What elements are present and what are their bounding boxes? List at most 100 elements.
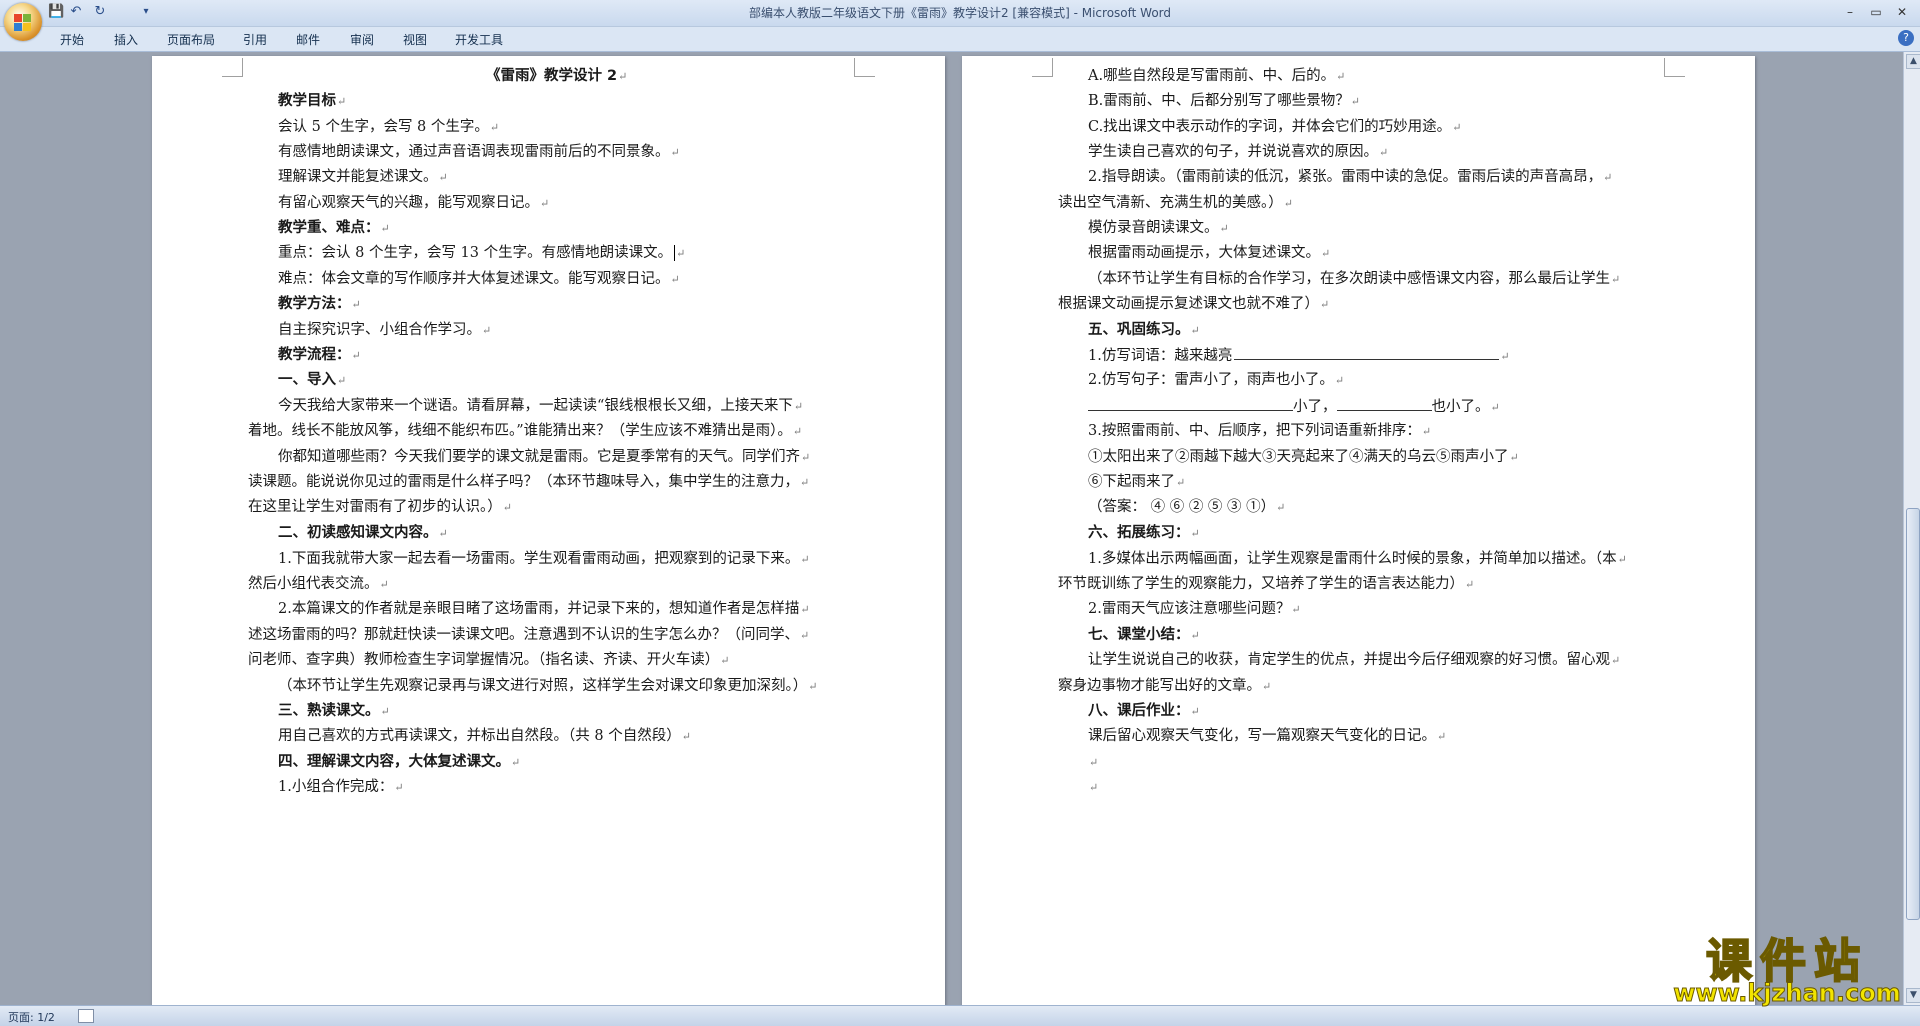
- paragraph-mark: ↵: [720, 654, 730, 667]
- office-button[interactable]: [4, 3, 42, 41]
- empty-paragraph: ↵: [1088, 752, 1098, 773]
- line-text: 1.小组合作完成：: [278, 779, 394, 795]
- paragraph-mark: ↵: [1334, 374, 1345, 387]
- paragraph-mark: ↵: [1379, 146, 1389, 159]
- document-line: 问老师、查字典）教师检查生字词掌握情况。（指名读、齐读、开火车读）↵: [248, 650, 729, 671]
- document-line: 根据课文动画提示复述课文也就不难了）↵: [1058, 294, 1329, 315]
- scroll-up-icon[interactable]: ▲: [1906, 54, 1920, 69]
- paragraph-mark: ↵: [1611, 273, 1621, 286]
- paragraph-mark: ↵: [1321, 247, 1331, 260]
- paragraph-mark: ↵: [502, 501, 512, 514]
- empty-paragraph: ↵: [1088, 777, 1098, 798]
- document-page-1[interactable]: 《雷雨》教学设计 2↵ 教学目标↵ 会认 5 个生字，会写 8 个生字。↵ 有感情地朗…: [152, 56, 945, 1005]
- paragraph-mark: ↵: [438, 171, 448, 184]
- line-text: 学生读自己喜欢的句子，并说说喜欢的原因。: [1088, 144, 1378, 160]
- line-text: 用自己喜欢的方式再读课文，并标出自然段。（共 8 个自然段）: [278, 728, 681, 744]
- line-text: 课后留心观察天气变化，写一篇观察天气变化的日记。: [1088, 728, 1436, 744]
- line-text: 察身边事物才能写出好的文章。: [1058, 678, 1261, 694]
- vertical-scrollbar[interactable]: ▲ ▼: [1903, 52, 1920, 1005]
- line-text: 四、理解课文内容，大体复述课文。: [278, 754, 510, 770]
- line-text: 也小了。: [1431, 399, 1490, 415]
- line-text: 根据课文动画提示复述课文也就不难了）: [1058, 296, 1319, 312]
- document-line: 会认 5 个生字，会写 8 个生字。↵: [278, 117, 499, 138]
- paragraph-mark: ↵: [1089, 781, 1099, 794]
- fill-in-line: 小了， 也小了。↵: [1088, 396, 1500, 418]
- document-line: （本环节让学生有目标的合作学习，在多次朗读中感悟课文内容，那么最后让学生↵: [1088, 269, 1620, 290]
- paragraph-mark: ↵: [1176, 476, 1186, 489]
- site-watermark: 课件站 www.kjzhan.com: [1672, 925, 1902, 1008]
- document-line: 模仿录音朗读课文。↵: [1088, 218, 1229, 239]
- paragraph-mark: ↵: [1490, 401, 1500, 414]
- document-line: （本环节让学生先观察记录再与课文进行对照，这样学生会对课文印象更加深刻。）↵: [278, 676, 817, 697]
- document-line: 1.下面我就带大家一起去看一场雷雨。学生观看雷雨动画，把观察到的记录下来。↵: [278, 549, 810, 570]
- line-text: 在这里让学生对雷雨有了初步的认识。）: [248, 499, 502, 515]
- line-text: （本环节让学生有目标的合作学习，在多次朗读中感悟课文内容，那么最后让学生: [1088, 271, 1610, 287]
- status-bar: 页面: 1/2: [0, 1005, 1920, 1026]
- paragraph-mark: ↵: [1190, 324, 1200, 337]
- office-logo-icon: [14, 14, 22, 22]
- answer-blank[interactable]: [1234, 345, 1500, 360]
- document-line: 根据雷雨动画提示，大体复述课文。↵: [1088, 243, 1330, 264]
- line-text: 述这场雷雨的吗？那就赶快读一读课文吧。注意遇到不认识的生字怎么办？（问同学、: [248, 627, 799, 643]
- document-line: 2.仿写句子：雷声小了，雨声也小了。↵: [1088, 370, 1344, 391]
- page-count[interactable]: 页面: 1/2: [8, 1009, 55, 1025]
- line-text: 会认 5 个生字，会写 8 个生字。: [278, 119, 489, 135]
- tab-home[interactable]: 开始: [60, 31, 84, 48]
- paragraph-mark: ↵: [1437, 730, 1447, 743]
- tab-insert[interactable]: 插入: [114, 31, 138, 48]
- paragraph-mark: ↵: [618, 70, 628, 83]
- close-button[interactable]: ✕: [1890, 2, 1914, 22]
- paragraph-mark: ↵: [1336, 70, 1346, 83]
- line-text: 3.按照雷雨前、中、后顺序，把下列词语重新排序：: [1088, 423, 1421, 439]
- scrollbar-thumb[interactable]: [1906, 508, 1920, 920]
- paragraph-mark: ↵: [540, 197, 550, 210]
- minimize-button[interactable]: –: [1838, 2, 1862, 22]
- answer-blank[interactable]: [1088, 396, 1293, 411]
- paragraph-mark: ↵: [681, 730, 691, 743]
- line-text: 教学流程：: [278, 347, 351, 363]
- document-line: 六、拓展练习：↵: [1088, 523, 1200, 544]
- line-text: 1.下面我就带大家一起去看一场雷雨。学生观看雷雨动画，把观察到的记录下来。: [278, 551, 800, 567]
- document-line: 1.仿写词语：越来越亮 ↵: [1088, 345, 1510, 367]
- margin-corner-mark: [1032, 58, 1053, 77]
- tab-mailings[interactable]: 邮件: [296, 31, 320, 48]
- document-line: 环节既训练了学生的观察能力，又培养了学生的语言表达能力）↵: [1058, 574, 1474, 595]
- line-text: 难点：体会文章的写作顺序并大体复述课文。能写观察日记。: [278, 271, 670, 287]
- paragraph-mark: ↵: [1283, 197, 1293, 210]
- document-line: 三、熟读课文。↵: [278, 701, 390, 722]
- tab-references[interactable]: 引用: [243, 31, 267, 48]
- document-page-2[interactable]: A.哪些自然段是写雷雨前、中、后的。↵ B.雷雨前、中、后都分别写了哪些景物？↵ C…: [962, 56, 1755, 1005]
- scroll-down-icon[interactable]: ▼: [1906, 988, 1920, 1003]
- paragraph-mark: ↵: [1611, 654, 1621, 667]
- restore-button[interactable]: ▭: [1864, 2, 1888, 22]
- paragraph-mark: ↵: [676, 247, 686, 260]
- line-text: 五、巩固练习。: [1088, 322, 1190, 338]
- paragraph-mark: ↵: [337, 95, 347, 108]
- line-text: 理解课文并能复述课文。: [278, 169, 438, 185]
- tab-developer[interactable]: 开发工具: [455, 31, 503, 48]
- line-text: 让学生说说自己的收获，肯定学生的优点，并提出今后仔细观察的好习惯。留心观: [1088, 652, 1610, 668]
- document-line: 教学目标↵: [278, 91, 346, 112]
- paragraph-mark: ↵: [1509, 451, 1519, 464]
- paragraph-mark: ↵: [1190, 705, 1200, 718]
- document-line: 让学生说说自己的收获，肯定学生的优点，并提出今后仔细观察的好习惯。留心观↵: [1088, 650, 1620, 671]
- tab-view[interactable]: 视图: [403, 31, 427, 48]
- line-text: 二、初读感知课文内容。: [278, 525, 438, 541]
- answer-blank[interactable]: [1336, 396, 1432, 411]
- paragraph-mark: ↵: [1465, 578, 1475, 591]
- tab-review[interactable]: 审阅: [350, 31, 374, 48]
- document-line: 课后留心观察天气变化，写一篇观察天气变化的日记。↵: [1088, 726, 1446, 747]
- document-line: 七、课堂小结：↵: [1088, 625, 1200, 646]
- office-logo-icon: [14, 23, 22, 31]
- paragraph-mark: ↵: [482, 324, 492, 337]
- proofing-icon[interactable]: [78, 1009, 94, 1023]
- line-text: 2.本篇课文的作者就是亲眼目睹了这场雷雨，并记录下来的，想知道作者是怎样描: [278, 601, 800, 617]
- document-line: 教学方法：↵: [278, 294, 361, 315]
- line-text: A.哪些自然段是写雷雨前、中、后的。: [1088, 68, 1336, 84]
- document-line: A.哪些自然段是写雷雨前、中、后的。↵: [1088, 66, 1345, 87]
- help-icon[interactable]: ?: [1898, 30, 1914, 46]
- paragraph-mark: ↵: [1617, 553, 1627, 566]
- paragraph-mark: ↵: [380, 222, 390, 235]
- tab-page-layout[interactable]: 页面布局: [167, 31, 215, 48]
- paragraph-mark: ↵: [351, 298, 361, 311]
